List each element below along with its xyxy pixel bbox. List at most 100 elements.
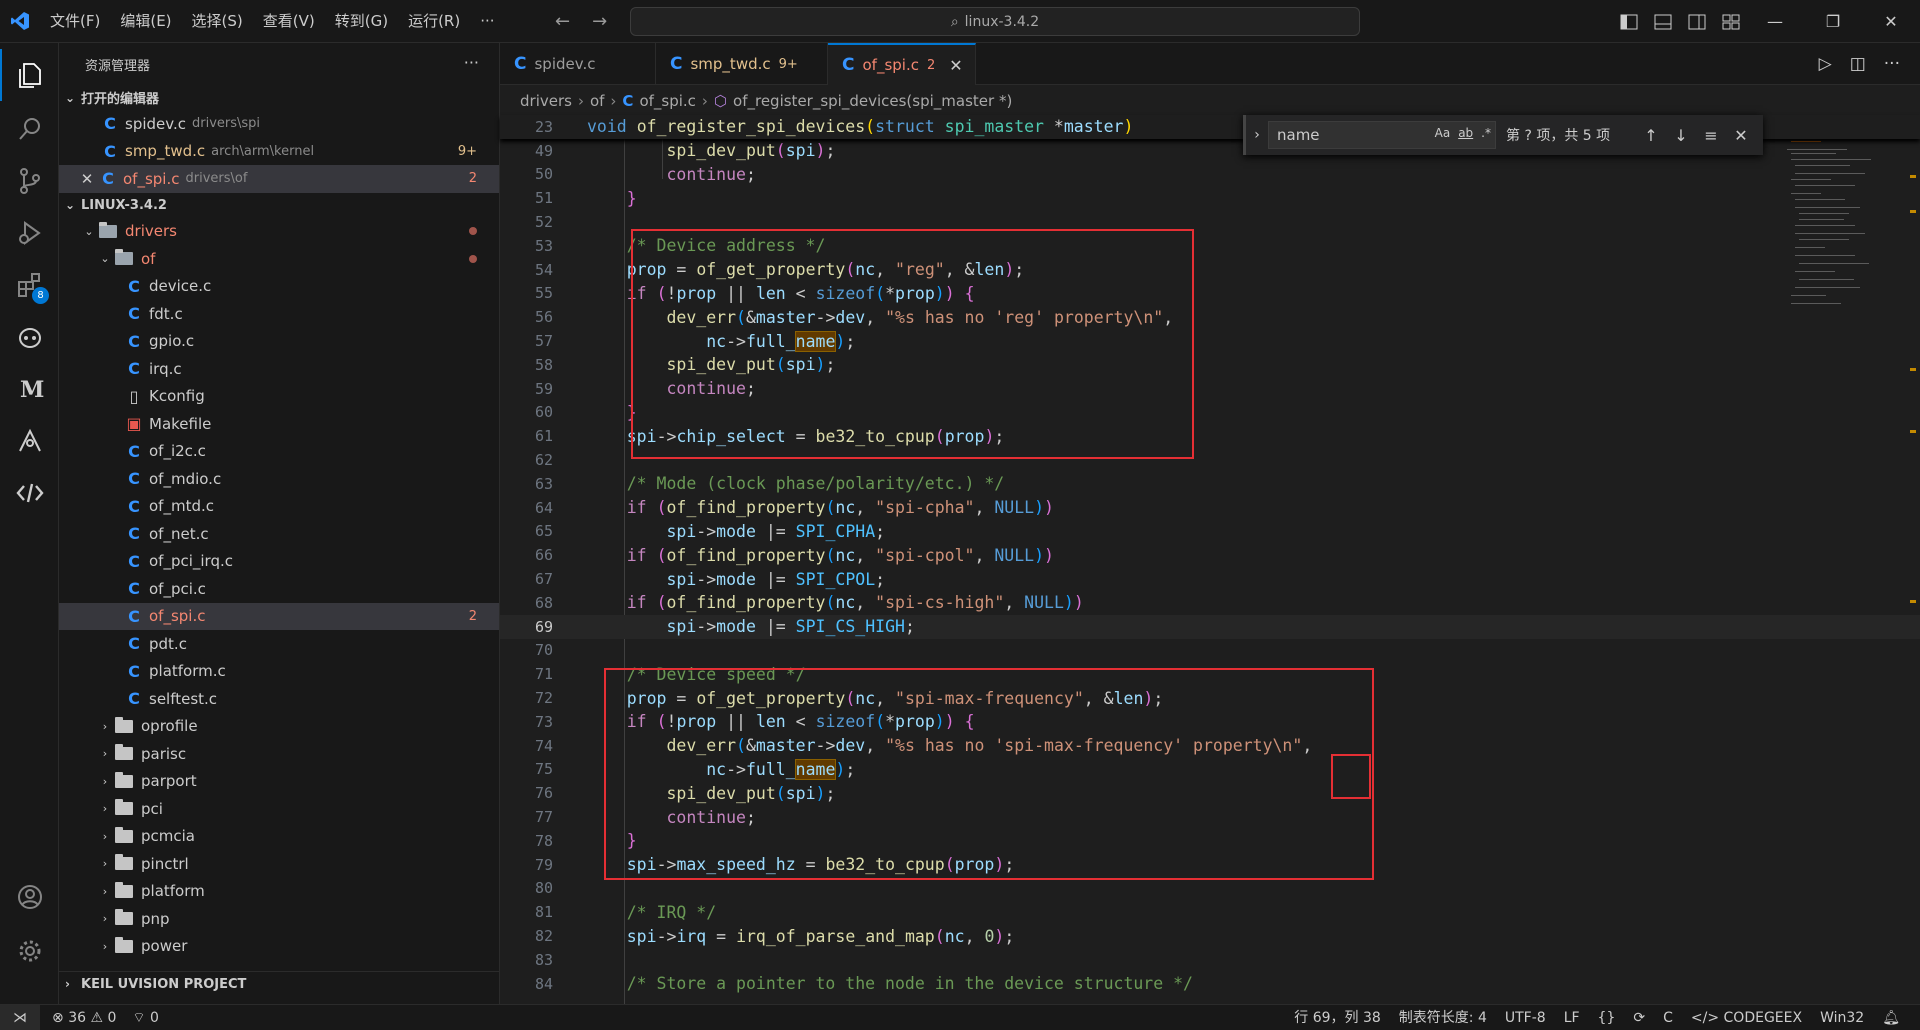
- end-of-line[interactable]: LF: [1564, 1005, 1580, 1030]
- close-icon[interactable]: ✕: [79, 170, 95, 188]
- project-section[interactable]: ⌄ LINUX-3.4.2: [59, 193, 499, 218]
- file-item[interactable]: Cof_net.c: [59, 520, 499, 548]
- file-item[interactable]: Cof_mdio.c: [59, 465, 499, 493]
- folder-item[interactable]: › pci: [59, 795, 499, 823]
- language-mode[interactable]: C: [1663, 1005, 1673, 1030]
- more-actions-icon[interactable]: ···: [464, 53, 479, 72]
- close-tab-icon[interactable]: ✕: [949, 56, 962, 75]
- language-braces-icon[interactable]: {}: [1598, 1005, 1616, 1030]
- explorer-icon[interactable]: [0, 49, 59, 101]
- folder-item[interactable]: › oprofile: [59, 713, 499, 741]
- platform[interactable]: Win32: [1820, 1005, 1864, 1030]
- file-item[interactable]: Cof_i2c.c: [59, 438, 499, 466]
- folder-item[interactable]: › parisc: [59, 740, 499, 768]
- match-whole-word-icon[interactable]: ab: [1458, 126, 1473, 140]
- close-find-icon[interactable]: ✕: [1726, 126, 1756, 145]
- minimize-icon[interactable]: —: [1746, 0, 1804, 43]
- account-icon[interactable]: [0, 871, 59, 923]
- toggle-secondary-sidebar-icon[interactable]: [1688, 14, 1706, 30]
- line-number: 82: [534, 927, 553, 946]
- menu-run[interactable]: 运行(R): [398, 0, 470, 43]
- breadcrumb-of[interactable]: of: [590, 92, 604, 110]
- folder-item[interactable]: › pnp: [59, 905, 499, 933]
- match-case-icon[interactable]: Aa: [1435, 126, 1451, 140]
- tab-of-spi[interactable]: C of_spi.c 2 ✕: [828, 43, 976, 85]
- next-match-icon[interactable]: ↓: [1666, 126, 1696, 145]
- file-item[interactable]: Cof_pci_irq.c: [59, 548, 499, 576]
- close-window-icon[interactable]: ✕: [1862, 0, 1920, 43]
- chevron-right-icon: ›: [102, 802, 108, 816]
- split-editor-icon[interactable]: ◫: [1850, 43, 1866, 85]
- encoding[interactable]: UTF-8: [1505, 1005, 1546, 1030]
- menu-view[interactable]: 查看(V): [253, 0, 325, 43]
- notifications-bell-icon[interactable]: 🔔︎: [1882, 1005, 1900, 1030]
- run-debug-icon[interactable]: [0, 207, 59, 259]
- cursor-position[interactable]: 行 69，列 38: [1294, 1005, 1381, 1030]
- search-icon[interactable]: [0, 103, 59, 155]
- tab-smp-twd[interactable]: C smp_twd.c 9+: [656, 43, 828, 85]
- sync-icon[interactable]: ⟳: [1633, 1005, 1645, 1030]
- tab-size[interactable]: 制表符长度: 4: [1399, 1005, 1487, 1030]
- file-item[interactable]: Cgpio.c: [59, 328, 499, 356]
- file-item[interactable]: Cplatform.c: [59, 658, 499, 686]
- open-editor-item[interactable]: C spidev.c drivers\spi: [59, 110, 499, 138]
- run-icon[interactable]: ▷: [1819, 43, 1832, 85]
- menu-go[interactable]: 转到(G): [325, 0, 398, 43]
- markdown-icon[interactable]: M: [0, 363, 59, 415]
- toggle-primary-sidebar-icon[interactable]: [1620, 14, 1638, 30]
- codegeex-icon[interactable]: [0, 467, 59, 519]
- find-input[interactable]: name Aa ab .*: [1268, 121, 1496, 149]
- open-editor-item[interactable]: C smp_twd.c arch\arm\kernel 9+: [59, 138, 499, 166]
- menu-file[interactable]: 文件(F): [40, 0, 110, 43]
- remote-explorer-icon[interactable]: [0, 415, 59, 467]
- file-item[interactable]: Cselftest.c: [59, 685, 499, 713]
- codegeex-status[interactable]: </> CODEGEEX: [1691, 1005, 1802, 1030]
- find-in-selection-icon[interactable]: ≡: [1696, 126, 1726, 145]
- menu-edit[interactable]: 编辑(E): [110, 0, 181, 43]
- minimap[interactable]: [1787, 115, 1907, 325]
- breadcrumb-function[interactable]: of_register_spi_devices(spi_master *): [733, 92, 1012, 110]
- keil-section[interactable]: › KEIL UVISION PROJECT: [59, 971, 499, 996]
- folder-drivers[interactable]: ⌄ drivers: [59, 218, 499, 246]
- previous-match-icon[interactable]: ↑: [1636, 126, 1666, 145]
- customize-layout-icon[interactable]: [1722, 14, 1740, 30]
- open-editor-item[interactable]: ✕ C of_spi.c drivers\of 2: [59, 165, 499, 193]
- folder-item[interactable]: › pcmcia: [59, 823, 499, 851]
- file-item[interactable]: Cpdt.c: [59, 630, 499, 658]
- copilot-icon[interactable]: [0, 311, 59, 363]
- toggle-replace-chevron-icon[interactable]: ›: [1246, 127, 1268, 143]
- folder-item[interactable]: › pinctrl: [59, 850, 499, 878]
- folder-item[interactable]: › power: [59, 933, 499, 961]
- extensions-icon[interactable]: 8: [0, 259, 59, 311]
- file-item[interactable]: Cirq.c: [59, 355, 499, 383]
- folder-item[interactable]: › parport: [59, 768, 499, 796]
- back-arrow-icon[interactable]: ←: [555, 0, 570, 43]
- file-item[interactable]: Cfdt.c: [59, 300, 499, 328]
- file-item[interactable]: Cdevice.c: [59, 273, 499, 301]
- file-item[interactable]: ▯ Kconfig: [59, 383, 499, 411]
- tab-spidev[interactable]: C spidev.c: [500, 43, 656, 85]
- forward-arrow-icon[interactable]: →: [592, 0, 607, 43]
- restore-icon[interactable]: ❐: [1804, 0, 1862, 43]
- problems-indicator[interactable]: ⊗ 36 ⚠ 0: [52, 1005, 116, 1030]
- menu-selection[interactable]: 选择(S): [182, 0, 253, 43]
- code-text: if (of_find_property(nc, "spi-cpha", NUL…: [626, 498, 1054, 518]
- breadcrumb-drivers[interactable]: drivers: [520, 92, 572, 110]
- file-item[interactable]: ▣ Makefile: [59, 410, 499, 438]
- use-regex-icon[interactable]: .*: [1481, 126, 1491, 140]
- breadcrumb-file[interactable]: of_spi.c: [639, 92, 695, 110]
- remote-indicator-icon[interactable]: ⋊: [0, 1005, 40, 1030]
- folder-of[interactable]: ⌄ of: [59, 245, 499, 273]
- file-item[interactable]: Cof_pci.c: [59, 575, 499, 603]
- folder-item[interactable]: › platform: [59, 878, 499, 906]
- more-actions-icon[interactable]: ···: [1884, 43, 1900, 85]
- open-editors-section[interactable]: ⌄ 打开的编辑器: [59, 85, 499, 110]
- toggle-panel-icon[interactable]: [1654, 14, 1672, 30]
- menu-more[interactable]: ···: [470, 0, 504, 43]
- source-control-icon[interactable]: [0, 155, 59, 207]
- settings-gear-icon[interactable]: [0, 925, 59, 977]
- file-item[interactable]: Cof_mtd.c: [59, 493, 499, 521]
- file-item-active[interactable]: Cof_spi.c 2: [59, 602, 499, 630]
- ports-indicator[interactable]: ⌔ 0: [132, 1005, 159, 1030]
- command-center-search[interactable]: ⌕ linux-3.4.2: [630, 7, 1360, 36]
